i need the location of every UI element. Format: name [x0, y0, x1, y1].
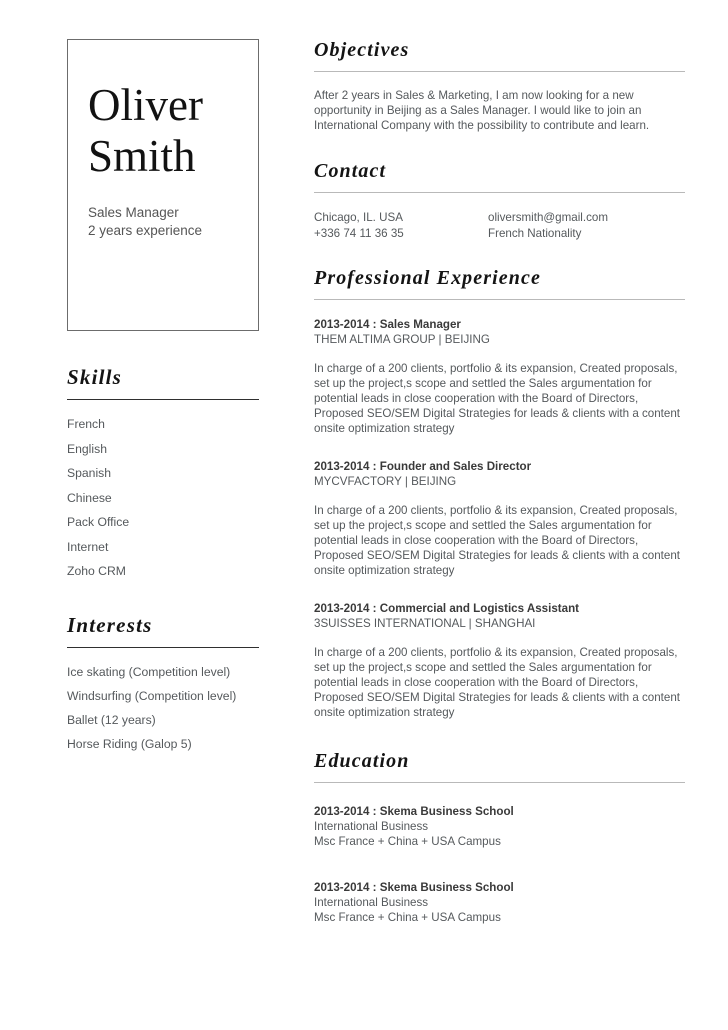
education-section: Education 2013-2014 : Skema Business Sch…	[314, 750, 686, 925]
list-item: French	[67, 417, 105, 431]
education-entry-detail: Msc France + China + USA Campus	[314, 911, 501, 925]
experience-entry-description: In charge of a 200 clients, portfolio & …	[314, 503, 681, 578]
contact-section: Contact Chicago, IL. USA +336 74 11 36 3…	[314, 160, 686, 242]
experience-entry: 2013-2014 : Sales Manager THEM ALTIMA GR…	[314, 317, 686, 436]
contact-phone[interactable]: +336 74 11 36 35	[314, 226, 488, 242]
skills-list: French English Spanish Chinese Pack Offi…	[67, 417, 259, 579]
education-entry: 2013-2014 : Skema Business School Intern…	[314, 880, 686, 926]
skills-section: Skills French English Spanish Chinese Pa…	[67, 365, 259, 579]
list-item: Spanish	[67, 466, 112, 480]
objectives-text: After 2 years in Sales & Marketing, I am…	[314, 89, 650, 133]
candidate-first-name: Oliver	[88, 80, 203, 130]
objectives-title: Objectives	[314, 39, 410, 61]
list-item: Ballet (12 years)	[67, 713, 156, 727]
right-column: Objectives After 2 years in Sales & Mark…	[314, 39, 686, 925]
candidate-name: Oliver Smith	[88, 80, 238, 182]
education-entry: 2013-2014 : Skema Business School Intern…	[314, 804, 686, 850]
contact-divider	[314, 192, 685, 194]
education-entry-title: 2013-2014 : Skema Business School	[314, 880, 514, 894]
candidate-experience: 2 years experience	[88, 223, 203, 238]
skills-title: Skills	[67, 365, 123, 389]
left-column: Oliver Smith Sales Manager 2 years exper…	[67, 39, 259, 761]
experience-entry-title: 2013-2014 : Founder and Sales Director	[314, 460, 532, 474]
interests-section: Interests Ice skating (Competition level…	[67, 613, 259, 752]
education-entry-title: 2013-2014 : Skema Business School	[314, 805, 514, 819]
experience-entry-org: MYCVFACTORY | BEIJING	[314, 475, 457, 489]
list-item: Chinese	[67, 490, 112, 505]
experience-entry-title: 2013-2014 : Sales Manager	[314, 318, 461, 332]
experience-divider	[314, 299, 685, 301]
interests-list: Ice skating (Competition level) Windsurf…	[67, 665, 259, 752]
objectives-section: Objectives After 2 years in Sales & Mark…	[314, 39, 686, 133]
contact-column-right: oliversmith@gmail.com French Nationality	[488, 210, 686, 242]
education-entry-program: International Business	[314, 820, 429, 834]
experience-entry-org: THEM ALTIMA GROUP | BEIJING	[314, 333, 490, 347]
candidate-last-name: Smith	[88, 131, 196, 181]
interests-title: Interests	[67, 613, 153, 637]
experience-entry-description: In charge of a 200 clients, portfolio & …	[314, 645, 681, 720]
contact-details: Chicago, IL. USA +336 74 11 36 35 oliver…	[314, 210, 686, 242]
education-divider	[314, 782, 685, 784]
objectives-divider	[314, 71, 685, 72]
list-item: Ice skating (Competition level)	[67, 665, 231, 679]
experience-entry-description: In charge of a 200 clients, portfolio & …	[314, 361, 681, 436]
contact-nationality: French Nationality	[488, 227, 582, 241]
list-item: Internet	[67, 539, 109, 554]
experience-entry-org: 3SUISSES INTERNATIONAL | SHANGHAI	[314, 617, 536, 631]
experience-entry-title: 2013-2014 : Commercial and Logistics Ass…	[314, 602, 580, 616]
candidate-role-block: Sales Manager 2 years experience	[88, 204, 238, 240]
resume-page: Oliver Smith Sales Manager 2 years exper…	[0, 0, 728, 1030]
candidate-role: Sales Manager	[88, 205, 179, 220]
contact-location: Chicago, IL. USA	[314, 211, 403, 225]
skills-divider	[67, 399, 259, 400]
education-title: Education	[314, 750, 410, 773]
education-entry-detail: Msc France + China + USA Campus	[314, 835, 501, 849]
experience-entry: 2013-2014 : Founder and Sales Director M…	[314, 459, 686, 578]
list-item: Windsurfing (Competition level)	[67, 689, 237, 703]
experience-title: Professional Experience	[314, 267, 541, 290]
experience-entry: 2013-2014 : Commercial and Logistics Ass…	[314, 601, 686, 720]
experience-section: Professional Experience 2013-2014 : Sale…	[314, 267, 686, 720]
list-item: Pack Office	[67, 515, 130, 529]
list-item: English	[67, 441, 107, 456]
list-item: Zoho CRM	[67, 564, 126, 578]
interests-divider	[67, 647, 259, 648]
education-entry-program: International Business	[314, 895, 429, 909]
name-box: Oliver Smith Sales Manager 2 years exper…	[67, 39, 259, 331]
contact-title: Contact	[314, 160, 387, 183]
contact-email[interactable]: oliversmith@gmail.com	[488, 210, 686, 226]
contact-column-left: Chicago, IL. USA +336 74 11 36 35	[314, 210, 488, 242]
list-item: Horse Riding (Galop 5)	[67, 737, 192, 751]
